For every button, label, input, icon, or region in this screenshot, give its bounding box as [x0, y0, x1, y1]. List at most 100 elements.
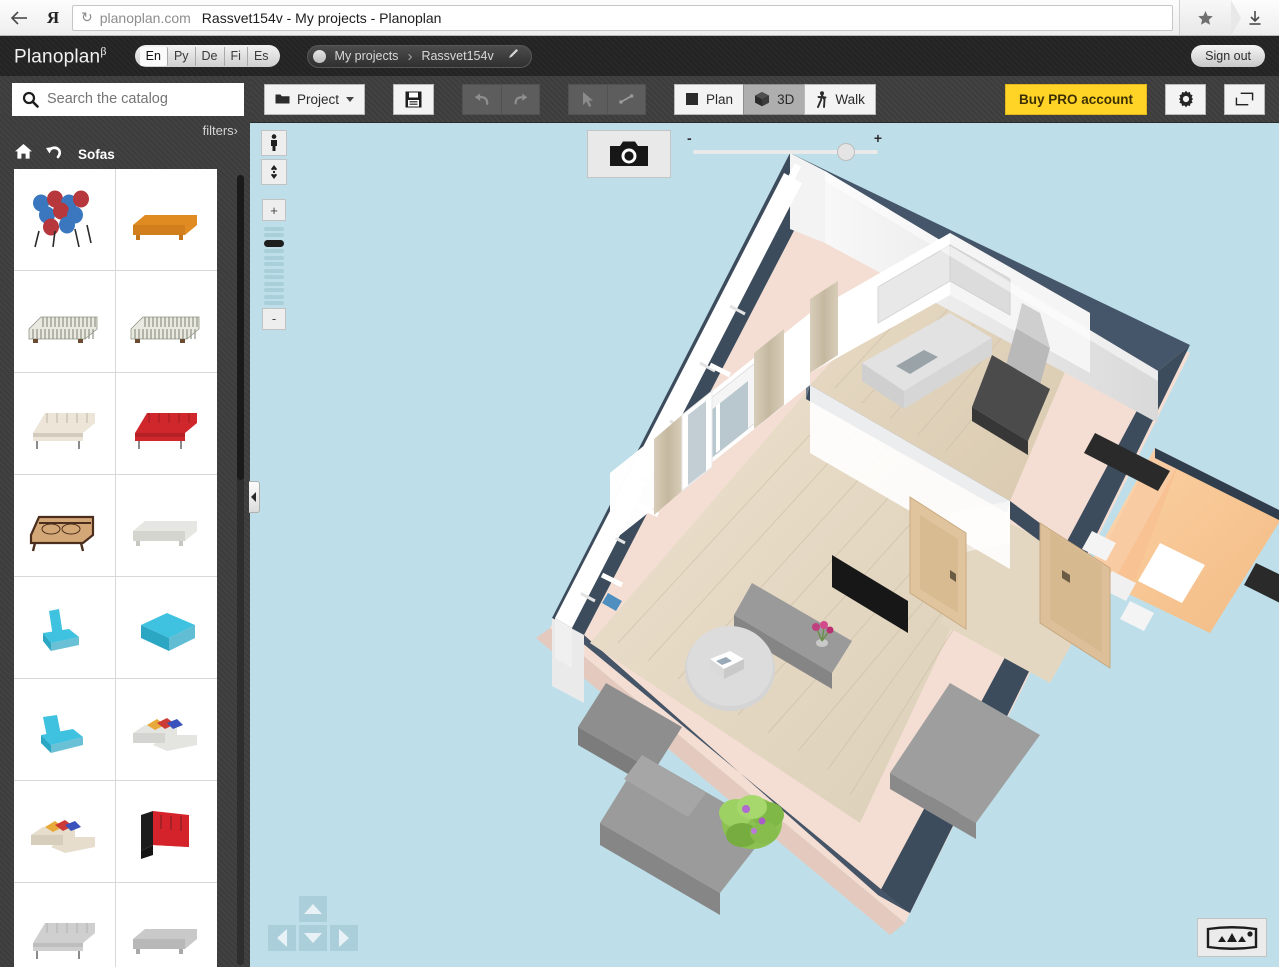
cyan-armless-chair-icon	[21, 695, 107, 765]
rotation-slider-minus[interactable]: -	[687, 130, 692, 146]
ball-sofa-icon	[21, 185, 107, 255]
zoom-tick[interactable]	[264, 233, 284, 237]
lang-de[interactable]: De	[196, 46, 225, 66]
save-button[interactable]	[393, 83, 435, 115]
3d-viewport[interactable]: + - - +	[250, 123, 1279, 967]
home-button[interactable]	[14, 143, 33, 165]
redo-button[interactable]	[501, 83, 541, 115]
buy-pro-button[interactable]: Buy PRO account	[1004, 83, 1147, 115]
view-mode-group: Plan 3D Walk	[674, 83, 876, 115]
dpad-down-button[interactable]	[299, 925, 327, 951]
breadcrumb-my-projects[interactable]: My projects	[326, 49, 408, 63]
view-mode-3d[interactable]: 3D	[743, 83, 805, 115]
navigation-dpad	[264, 896, 362, 958]
catalog-item[interactable]	[115, 475, 217, 577]
zoom-in-button[interactable]: +	[262, 199, 286, 221]
search-input[interactable]	[47, 91, 234, 107]
catalog-item[interactable]	[115, 577, 217, 679]
editor-toolbar: Project Plan 3D Walk Buy PRO account	[250, 76, 1279, 123]
zoom-tick[interactable]	[264, 268, 284, 273]
catalog-back-button[interactable]	[45, 143, 64, 165]
rotation-slider-plus[interactable]: +	[874, 130, 882, 146]
lang-fi[interactable]: Fi	[225, 46, 248, 66]
catalog-grid-container[interactable]	[0, 169, 250, 967]
undo-button[interactable]	[462, 83, 502, 115]
grey-clicclac-sofa-icon	[21, 899, 107, 967]
zoom-slider-vertical[interactable]: + -	[261, 199, 287, 333]
chevron-down-icon	[346, 96, 355, 102]
zoom-ticks[interactable]	[264, 224, 284, 308]
dpad-right-button[interactable]	[330, 925, 358, 951]
fullscreen-icon	[1235, 92, 1254, 106]
zoom-tick[interactable]	[264, 239, 284, 247]
orbit-target-button[interactable]	[261, 159, 287, 185]
catalog-item[interactable]	[115, 373, 217, 475]
camera-button[interactable]	[587, 130, 671, 178]
sidebar-collapse-button[interactable]	[249, 481, 260, 513]
beta-mark: β	[100, 43, 107, 58]
catalog-item[interactable]	[14, 679, 116, 781]
catalog-item[interactable]	[115, 781, 217, 883]
lang-en[interactable]: En	[139, 46, 168, 66]
language-switcher[interactable]: En Ру De Fi Es	[134, 45, 280, 67]
catalog-item[interactable]	[14, 475, 116, 577]
view-mode-plan-label: Plan	[706, 91, 734, 107]
catalog-item[interactable]	[115, 679, 217, 781]
rotation-slider-thumb[interactable]	[837, 143, 855, 161]
reload-icon[interactable]: ↻	[81, 9, 93, 26]
lang-es[interactable]: Es	[248, 47, 275, 66]
select-tool-button[interactable]	[568, 83, 608, 115]
striped-sofa-large-icon	[123, 287, 209, 357]
catalog-item[interactable]	[14, 781, 116, 883]
sign-out-button[interactable]: Sign out	[1191, 45, 1265, 67]
zoom-tick[interactable]	[264, 275, 284, 279]
gear-icon	[1178, 90, 1193, 108]
person-view-button[interactable]	[261, 130, 287, 156]
filters-link[interactable]: filters›	[203, 123, 238, 138]
measure-tool-button[interactable]	[607, 83, 647, 115]
floor-plan-3d-scene[interactable]	[250, 123, 1279, 967]
panorama-button[interactable]	[1197, 918, 1267, 957]
zoom-tick[interactable]	[264, 262, 284, 266]
catalog-item[interactable]	[115, 271, 217, 373]
rotation-slider[interactable]: - +	[687, 130, 882, 166]
person-icon	[271, 134, 277, 151]
zoom-tick[interactable]	[264, 301, 284, 305]
zoom-tick[interactable]	[264, 288, 284, 292]
search-box[interactable]	[12, 82, 244, 116]
view-mode-plan[interactable]: Plan	[674, 83, 744, 115]
dpad-up-button[interactable]	[299, 896, 327, 922]
dpad-left-button[interactable]	[268, 925, 296, 951]
project-menu-button[interactable]: Project	[264, 83, 366, 115]
catalog-item[interactable]	[115, 883, 217, 967]
catalog-item[interactable]	[14, 271, 116, 373]
catalog-item[interactable]	[14, 883, 116, 967]
catalog-item[interactable]	[14, 373, 116, 475]
breadcrumb: My projects › Rassvet154v	[306, 44, 532, 68]
breadcrumb-current-project[interactable]: Rassvet154v	[412, 49, 502, 63]
catalog-item[interactable]	[14, 169, 116, 271]
browser-back-button[interactable]	[0, 10, 38, 26]
project-menu-label: Project	[297, 91, 340, 107]
settings-button[interactable]	[1165, 83, 1206, 115]
zoom-tick[interactable]	[264, 249, 284, 253]
address-bar[interactable]: ↻ planoplan.com Rassvet154v - My project…	[72, 4, 1173, 31]
zoom-tick[interactable]	[264, 255, 284, 260]
lang-ru[interactable]: Ру	[168, 46, 196, 66]
zoom-tick[interactable]	[264, 281, 284, 286]
back-arrow-icon	[10, 10, 27, 25]
rename-project-button[interactable]	[507, 47, 520, 65]
app-logo[interactable]: Planoplanβ	[14, 44, 107, 68]
catalog-item[interactable]	[14, 577, 116, 679]
zoom-tick[interactable]	[264, 294, 284, 299]
catalog-item[interactable]	[115, 169, 217, 271]
zoom-tick[interactable]	[264, 226, 284, 231]
view-mode-walk[interactable]: Walk	[804, 83, 876, 115]
catalog-scrollbar-thumb[interactable]	[237, 175, 244, 480]
arrow-up-icon	[304, 904, 322, 914]
zoom-out-button[interactable]: -	[262, 307, 286, 330]
fullscreen-button[interactable]	[1224, 83, 1265, 115]
catalog-scrollbar[interactable]	[237, 175, 244, 965]
red-clicclac-sofa-icon	[123, 389, 209, 459]
bookmark-button[interactable]	[1179, 0, 1241, 36]
